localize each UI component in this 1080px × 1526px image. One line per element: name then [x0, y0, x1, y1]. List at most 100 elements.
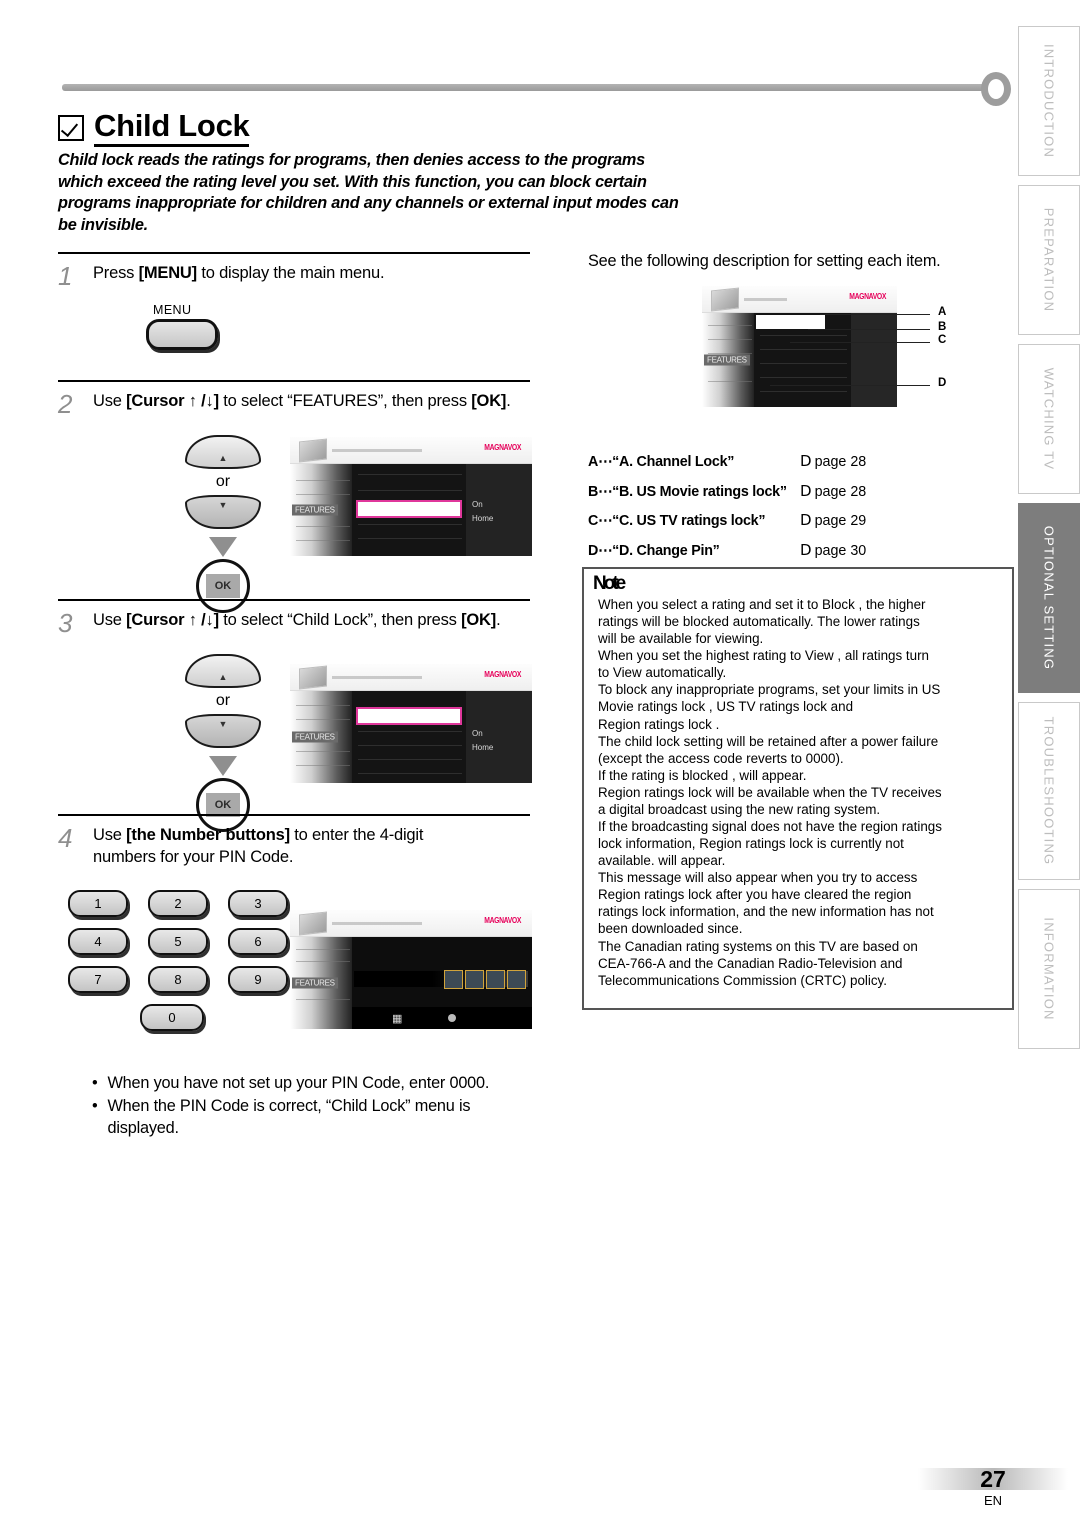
cursor-key: [Cursor ↑ /↓] [126, 611, 219, 629]
reference-page: Dpage 28 [800, 452, 866, 470]
ok-key: [OK] [461, 611, 497, 629]
note-line: CEA-766-A and the Canadian Radio-Televis… [598, 955, 903, 971]
tv-icon [299, 438, 327, 463]
steps-column: 1 Press [MENU] to display the main menu.… [58, 252, 536, 1140]
step-1: 1 Press [MENU] to display the main menu.… [58, 252, 536, 350]
flow-arrow-icon [209, 756, 237, 776]
note-line: Telecommunications Commission (CRTC) pol… [598, 972, 887, 988]
reference-row: A⋯“A. Channel Lock” Dpage 28 [588, 452, 1008, 470]
osd-selected-row [356, 500, 462, 518]
osd-features-tab: FEATURES [704, 354, 750, 366]
step-text-tail: to display the main menu. [196, 264, 385, 282]
note-line: If the broadcasting signal does not have… [598, 819, 942, 835]
note-line: ratings lock information, and the new in… [598, 904, 934, 920]
osd-selected-row [756, 315, 825, 329]
triangle-down-icon: ▼ [218, 500, 228, 510]
pin-box [444, 970, 463, 990]
osd-category-rail: FEATURES [290, 691, 352, 783]
step-text-mid: to select “FEATURES”, then press [218, 392, 472, 410]
tv-icon [299, 911, 327, 936]
osd-category-rail: FEATURES [290, 464, 352, 556]
osd-titlebar: MAGNAVOX [702, 286, 897, 313]
page-title: Child Lock [94, 109, 250, 147]
osd-titlebar: MAGNAVOX [290, 437, 532, 464]
tab-label: TROUBLESHOOTING [1041, 716, 1057, 866]
tab-introduction[interactable]: INTRODUCTION [1018, 26, 1080, 176]
step-3: 3 Use [Cursor ↑ /↓] to select “Child Loc… [58, 599, 536, 832]
divider [58, 599, 530, 601]
reference-page-text: page 28 [814, 483, 867, 500]
language-code: EN [983, 1493, 1003, 1508]
pin-box [465, 970, 484, 990]
step-number: 4 [58, 823, 73, 853]
section-tabs: INTRODUCTION PREPARATION WATCHING TV OPT… [1018, 26, 1080, 1058]
osd-pin-area: ▦ [352, 937, 532, 1030]
step-text-mid: to select “Child Lock”, then press [218, 611, 462, 629]
dot-icon [448, 1014, 457, 1023]
osd-screenshot-childlock: MAGNAVOX FEATURES [702, 286, 897, 407]
osd-body: FEATURES ▦ [290, 937, 532, 1030]
tab-preparation[interactable]: PREPARATION [1018, 185, 1080, 335]
osd-hint-bar: ▦ [352, 1007, 532, 1030]
osd-screenshot-step4: MAGNAVOX FEATURES ▦ [290, 910, 532, 1030]
num-key-0: 0 [140, 1004, 204, 1032]
reference-page: Dpage 30 [800, 541, 866, 559]
step-text-tail: . [496, 611, 501, 629]
numpad-row: 1 2 3 [68, 890, 288, 918]
bullet-item: • When you have not set up your PIN Code… [92, 1072, 536, 1094]
note-line: a digital broadcast using the new rating… [598, 801, 881, 817]
osd-screenshot-step2: MAGNAVOX FEATURES On Home [290, 437, 532, 556]
divider [58, 252, 530, 254]
cursor-down-button: ▼ [185, 495, 261, 529]
divider [58, 814, 530, 816]
flow-arrow-icon [209, 537, 237, 557]
note-line: to View automatically. [598, 665, 727, 681]
step-text-lead: Use [93, 392, 127, 410]
reference-label: A⋯“A. Channel Lock” [588, 454, 735, 470]
osd-value-panel [851, 313, 897, 407]
menu-button-shape [146, 319, 218, 350]
arrow-icon: D [800, 452, 812, 470]
triangle-down-icon: ▼ [218, 719, 228, 729]
intro-paragraph: Child lock reads the ratings for program… [58, 151, 679, 235]
osd-value-0: On [472, 729, 483, 738]
num-key-5: 5 [148, 928, 208, 956]
page-footer: 27 EN [918, 1466, 1068, 1508]
note-line: will be available for viewing. [598, 631, 764, 647]
tab-information[interactable]: INFORMATION [1018, 889, 1080, 1049]
step-instruction: Use [Cursor ↑ /↓] to select “FEATURES”, … [93, 390, 511, 412]
step-instruction: Press [MENU] to display the main menu. [93, 262, 385, 284]
note-line: Region ratings lock . [598, 716, 720, 732]
osd-features-tab: FEATURES [292, 504, 338, 516]
num-key-7: 7 [68, 966, 128, 994]
reference-label: B⋯“B. US Movie ratings lock” [588, 483, 787, 500]
pin-box [507, 970, 526, 990]
page-title-block: Child Lock [58, 109, 250, 147]
osd-body: FEATURES On Home [290, 691, 532, 783]
note-line: This message will also appear when you t… [598, 870, 918, 886]
callout-label-b: B [938, 321, 947, 333]
osd-item-list [754, 313, 851, 407]
callout-label-a: A [938, 306, 947, 318]
note-line: ratings will be blocked automatically. T… [598, 614, 920, 630]
reference-page: Dpage 28 [800, 482, 866, 500]
menu-button-illustration: MENU [146, 303, 536, 350]
step-text-tail: . [506, 392, 511, 410]
tab-troubleshooting[interactable]: TROUBLESHOOTING [1018, 702, 1080, 880]
footer-bar: 27 [918, 1466, 1068, 1492]
description-intro: See the following description for settin… [588, 252, 941, 270]
step-4: 4 Use [the Number buttons] to enter the … [58, 814, 536, 1050]
osd-titlebar-line [332, 676, 422, 679]
note-line: Movie ratings lock , US TV ratings lock … [598, 699, 854, 715]
osd-titlebar-line [744, 298, 787, 301]
triangle-up-icon: ▲ [218, 672, 228, 682]
callout-label-c: C [938, 334, 947, 346]
tab-watching-tv[interactable]: WATCHING TV [1018, 344, 1080, 494]
tab-optional-setting[interactable]: OPTIONAL SETTING [1018, 503, 1080, 693]
num-key-8: 8 [148, 966, 208, 994]
tab-label: INFORMATION [1041, 917, 1057, 1021]
pin-entry-boxes [444, 970, 526, 990]
arrow-icon: D [800, 511, 812, 529]
step-number: 3 [58, 608, 73, 638]
tv-icon [711, 287, 739, 312]
